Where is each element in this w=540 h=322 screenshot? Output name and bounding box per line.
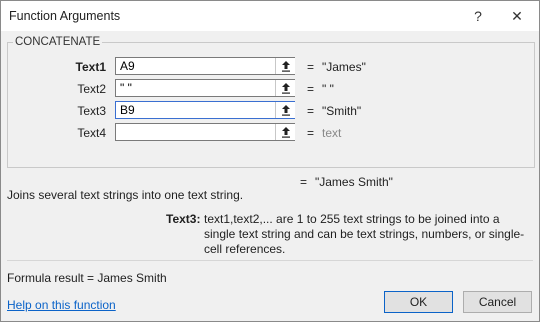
arg-label-text1: Text1 bbox=[75, 60, 106, 74]
formula-result: Formula result = James Smith bbox=[7, 271, 167, 285]
arg-help-text: text1,text2,... are 1 to 255 text string… bbox=[204, 212, 525, 256]
equals-sign: = bbox=[300, 175, 308, 189]
function-description: Joins several text strings into one text… bbox=[7, 188, 244, 202]
function-name: CONCATENATE bbox=[13, 36, 103, 48]
collapse-ref-button-text2[interactable] bbox=[275, 80, 295, 96]
help-on-function-link[interactable]: Help on this function bbox=[7, 298, 116, 312]
arg-result-text2: " " bbox=[322, 82, 334, 96]
arg-label-text2: Text2 bbox=[77, 82, 106, 96]
ok-button[interactable]: OK bbox=[384, 291, 453, 313]
collapse-ref-button-text3[interactable] bbox=[275, 102, 295, 118]
arg-input-text2[interactable] bbox=[115, 79, 295, 97]
arg-input-text4[interactable] bbox=[115, 123, 295, 141]
collapse-ref-button-text1[interactable] bbox=[275, 58, 295, 74]
collapse-dialog-icon bbox=[281, 82, 290, 94]
collapse-dialog-icon bbox=[281, 104, 290, 116]
equals-sign: = bbox=[307, 104, 315, 118]
collapse-ref-button-text4[interactable] bbox=[275, 124, 295, 140]
collapse-dialog-icon bbox=[281, 60, 290, 72]
dialog-title: Function Arguments bbox=[9, 9, 121, 23]
arg-label-text4: Text4 bbox=[77, 126, 106, 140]
arg-help-label: Text3: bbox=[166, 212, 201, 226]
arg-label-text3: Text3 bbox=[77, 104, 106, 118]
equals-sign: = bbox=[307, 82, 315, 96]
function-args-group: CONCATENATE Text1 = "James" Text2 = " " … bbox=[7, 36, 535, 168]
arg-input-text3[interactable] bbox=[115, 101, 295, 119]
arg-input-text1[interactable] bbox=[115, 57, 295, 75]
equals-sign: = bbox=[307, 60, 315, 74]
arg-result-text3: "Smith" bbox=[322, 104, 362, 118]
function-arguments-dialog: Function Arguments ? ✕ CONCATENATE Text1… bbox=[0, 0, 540, 322]
arg-result-text4: text bbox=[322, 126, 342, 140]
title-bar[interactable]: Function Arguments ? ✕ bbox=[1, 1, 539, 31]
equals-sign: = bbox=[307, 126, 315, 140]
arg-result-text1: "James" bbox=[322, 60, 366, 74]
close-button[interactable]: ✕ bbox=[506, 5, 528, 27]
cancel-button[interactable]: Cancel bbox=[463, 291, 532, 313]
collapse-dialog-icon bbox=[281, 126, 290, 138]
divider bbox=[7, 260, 533, 261]
help-button[interactable]: ? bbox=[467, 5, 489, 27]
overall-result: "James Smith" bbox=[315, 175, 393, 189]
